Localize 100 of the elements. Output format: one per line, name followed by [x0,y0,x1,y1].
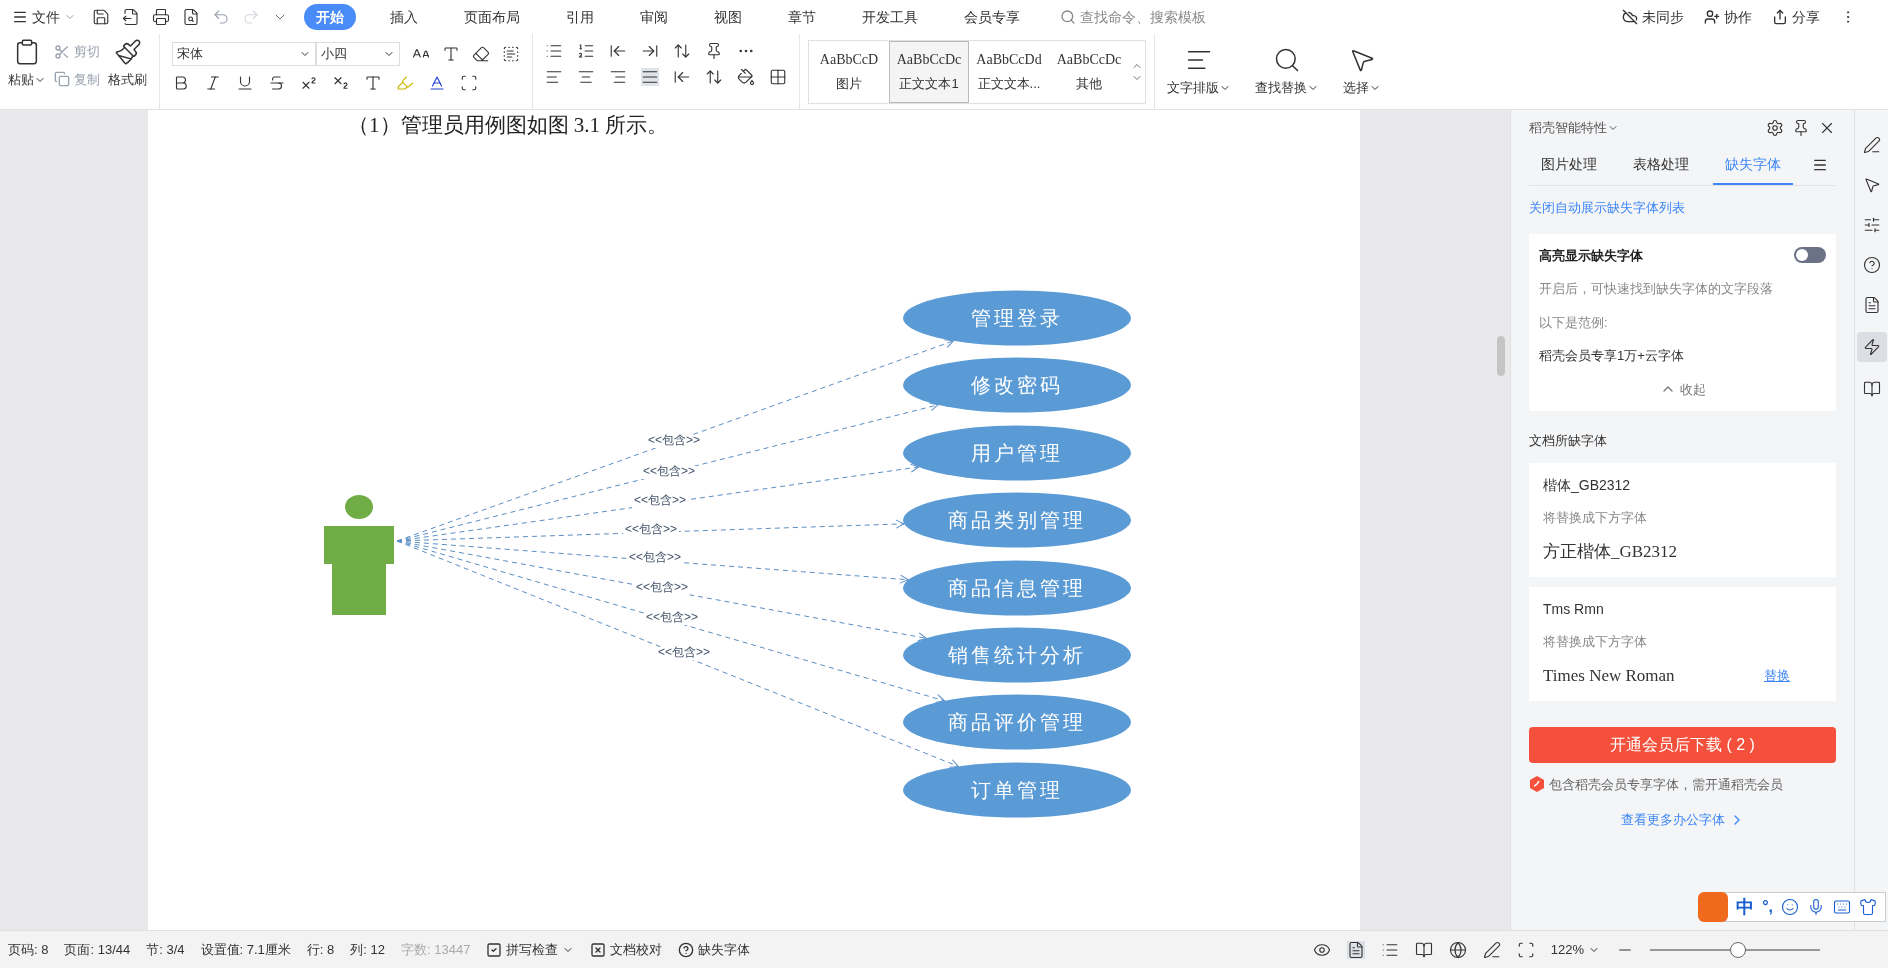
help-icon[interactable] [1862,256,1881,274]
status-tool-button[interactable]: 拼写检查 [486,939,575,960]
status-item: 字数: 13447 [401,940,471,959]
align-right-icon[interactable] [609,68,627,86]
italic-icon[interactable] [204,74,222,92]
pin-icon[interactable] [1792,119,1810,137]
status-item: 页码: 8 [8,940,49,959]
reading-view-icon[interactable] [1414,940,1433,959]
zoom-dropdown[interactable]: 122% [1550,939,1600,960]
bullet-list-icon[interactable] [545,42,563,60]
emoji-icon[interactable] [1781,898,1799,916]
keyboard-icon[interactable] [1833,898,1851,916]
ime-punctuation[interactable]: °, [1762,895,1773,919]
status-tool-button[interactable]: 文档校对 [590,939,663,960]
ime-mode[interactable]: 中 [1736,893,1755,921]
paste-button[interactable]: 粘贴 [8,38,46,90]
use-case-label: 商品评价管理 [948,711,1086,733]
microphone-icon[interactable] [1807,898,1825,916]
font-name-field[interactable]: 宋体 [172,42,316,66]
line-spacing-icon[interactable] [705,68,723,86]
missing-font-name: Tms Rmn [1543,599,1605,619]
web-view-icon[interactable] [1448,940,1467,959]
increase-indent-icon[interactable] [641,42,659,60]
command-search-field[interactable]: 查找命令、搜索模板 [1060,6,1206,28]
style-preset[interactable]: AaBbCcDc 其他 [1049,40,1129,103]
clear-format-icon[interactable] [472,45,490,63]
format-painter-button[interactable]: 格式刷 [108,38,147,90]
save-icon[interactable] [92,8,110,26]
page-view-icon[interactable] [1346,940,1365,959]
align-left-icon[interactable] [545,68,563,86]
ribbon-tab[interactable]: 审阅 [628,4,680,30]
strikethrough-icon[interactable] [268,74,286,92]
cursor-icon[interactable] [1862,176,1881,194]
font-color-icon[interactable] [428,74,446,92]
ribbon-tool-button[interactable]: 选择 [1331,34,1393,109]
status-item: 行: 8 [306,940,335,959]
card-description: 开启后，可快速找到缺失字体的文字段落 [1539,280,1774,298]
paintbrush-icon [113,38,142,66]
sort-icon[interactable] [673,42,691,60]
print-icon[interactable] [152,8,170,26]
scrollbar-thumb[interactable] [1497,336,1505,376]
text-effect-icon[interactable] [364,74,382,92]
replacement-note: 将替换成下方字体 [1543,632,1648,651]
justify-icon[interactable] [641,68,659,86]
underline-icon[interactable] [236,74,254,92]
ribbon-tool-button[interactable]: 查找替换 [1243,34,1331,109]
book-icon[interactable] [1862,380,1881,398]
panel-title[interactable]: 稻壳智能特性 [1529,118,1619,138]
ribbon-tab[interactable]: 章节 [776,4,828,30]
replacement-font-name: 方正楷体_GB2312 [1543,541,1678,563]
replacement-note: 将替换成下方字体 [1543,508,1648,527]
use-case-label: 订单管理 [971,779,1063,801]
shirt-icon[interactable] [1859,898,1877,916]
zoom-slider-thumb[interactable] [1730,941,1747,958]
panel-tab[interactable]: 图片处理 [1529,154,1609,185]
style-preset[interactable]: AaBbCcDc 正文文本1 [889,40,969,103]
replace-link[interactable]: 替换 [1764,666,1790,686]
replacement-font-name: Times New Roman [1543,665,1675,687]
use-case-label: 商品信息管理 [948,577,1086,599]
ribbon-tab[interactable]: 会员专享 [952,4,1032,30]
status-item: 列: 12 [350,940,385,959]
style-preset[interactable]: AaBbCcD 图片 [809,40,889,103]
writing-view-icon[interactable] [1482,940,1501,959]
ribbon-tool-button[interactable]: 文字排版 [1155,34,1243,109]
settings-icon[interactable] [1766,119,1784,137]
numbered-list-icon[interactable] [577,42,595,60]
toolbar-action[interactable]: 分享 [1772,6,1820,28]
relation-label: <<包含>> [646,610,698,624]
smart-features-icon[interactable] [1862,338,1881,356]
style-preset[interactable]: AaBbCcDd 正文文本... [969,40,1049,103]
borders-icon[interactable] [769,68,787,86]
toolbar-action[interactable]: 未同步 [1622,6,1684,28]
export-icon[interactable] [122,8,140,26]
collapse-button[interactable]: 收起 [1659,379,1706,399]
font-size-field[interactable]: 小四 [316,42,400,66]
pen-icon[interactable] [1862,136,1881,154]
document-icon[interactable] [1862,296,1881,314]
ribbon-tab[interactable]: 引用 [554,4,606,30]
menu-icon [12,9,28,25]
panel-tab[interactable]: 表格处理 [1621,154,1701,185]
ribbon-tab[interactable]: 视图 [702,4,754,30]
ribbon-tab[interactable]: 开发工具 [850,4,930,30]
character-border-icon[interactable] [460,74,478,92]
superscript-icon[interactable] [300,74,318,92]
toolbar-action[interactable]: 协作 [1704,6,1752,28]
highlight-toggle[interactable] [1794,247,1826,264]
fit-page-icon[interactable] [1516,940,1535,959]
print-preview-icon[interactable] [182,8,200,26]
relation-label: <<包含>> [625,522,677,536]
shading-icon[interactable] [737,68,755,86]
ribbon-tab[interactable]: 插入 [378,4,430,30]
align-center-icon[interactable] [577,68,595,86]
file-menu[interactable]: 文件 [8,6,80,28]
status-tool-button[interactable]: 缺失字体 [678,939,751,960]
subscript-icon[interactable] [332,74,350,92]
sliders-icon[interactable] [1862,216,1881,234]
menu-icon[interactable] [1812,157,1828,173]
ribbon-tab[interactable]: 页面布局 [452,4,532,30]
decrease-indent-icon[interactable] [609,42,627,60]
relation-label: <<包含>> [636,580,688,594]
